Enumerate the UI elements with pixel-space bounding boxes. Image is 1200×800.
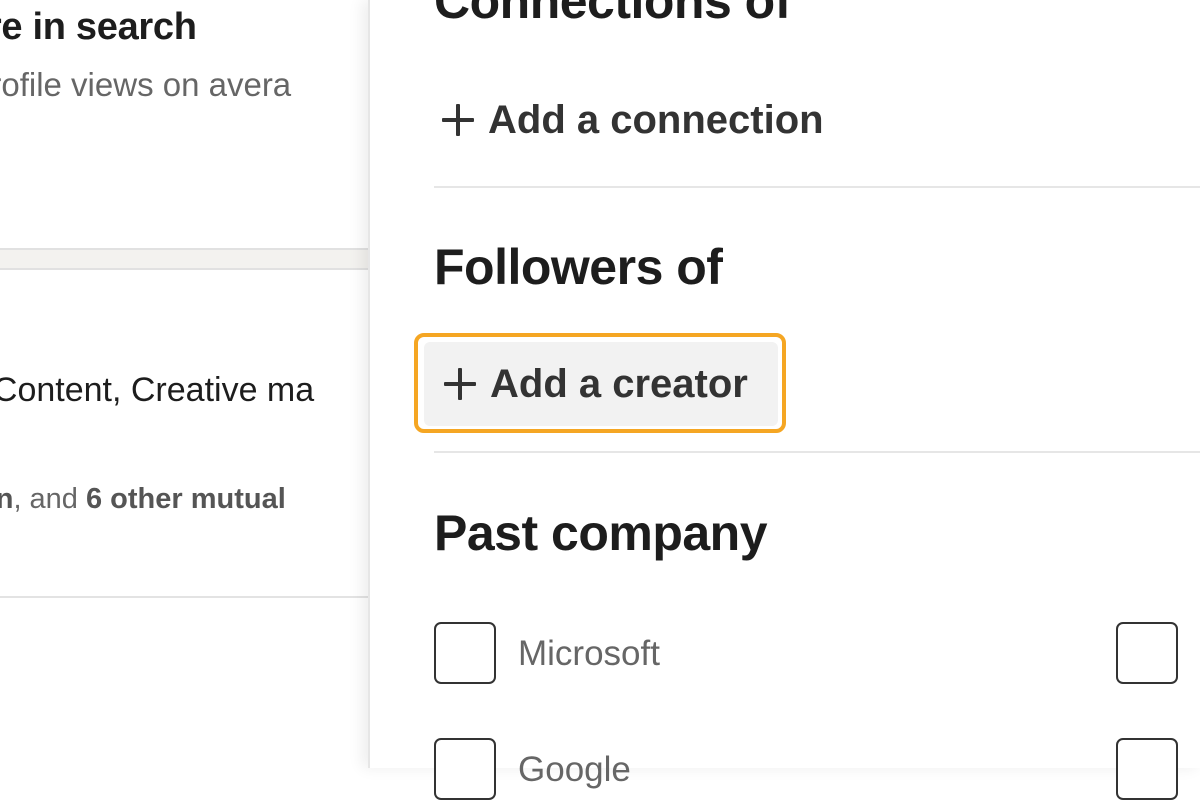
search-results-background: ore in search profile views on avera f C…: [0, 0, 368, 768]
plus-icon: [444, 368, 476, 400]
section-divider: [434, 451, 1200, 453]
checkbox-right-column-1[interactable]: [1116, 622, 1178, 684]
result-headline: f Content, Creative ma: [0, 371, 315, 409]
connections-of-title: Connections of: [434, 0, 791, 29]
checkbox-microsoft[interactable]: [434, 622, 496, 684]
section-separator-band: [0, 248, 368, 270]
add-creator-label: Add a creator: [490, 361, 748, 406]
all-filters-panel: Connections of Add a connection Follower…: [368, 0, 1200, 800]
section-divider: [434, 186, 1200, 188]
past-company-title: Past company: [434, 505, 768, 561]
mutual-joiner: , and: [13, 483, 86, 515]
mutual-name[interactable]: on: [0, 483, 13, 515]
add-connection-label: Add a connection: [488, 97, 824, 142]
promo-heading: ore in search: [0, 6, 197, 48]
mutual-connections-text: on, and 6 other mutual: [0, 483, 286, 516]
option-label-microsoft[interactable]: Microsoft: [518, 634, 660, 674]
checkbox-right-column-2[interactable]: [1116, 738, 1178, 800]
followers-of-title: Followers of: [434, 239, 723, 295]
add-connection-button[interactable]: Add a connection: [442, 96, 824, 144]
promo-subtext: profile views on avera: [0, 66, 292, 103]
mutual-others-link[interactable]: 6 other mutual: [86, 483, 286, 515]
result-divider: [0, 596, 368, 598]
option-label-google[interactable]: Google: [518, 750, 631, 790]
add-creator-button[interactable]: Add a creator: [424, 342, 778, 426]
checkbox-google[interactable]: [434, 738, 496, 800]
plus-icon: [442, 104, 474, 136]
